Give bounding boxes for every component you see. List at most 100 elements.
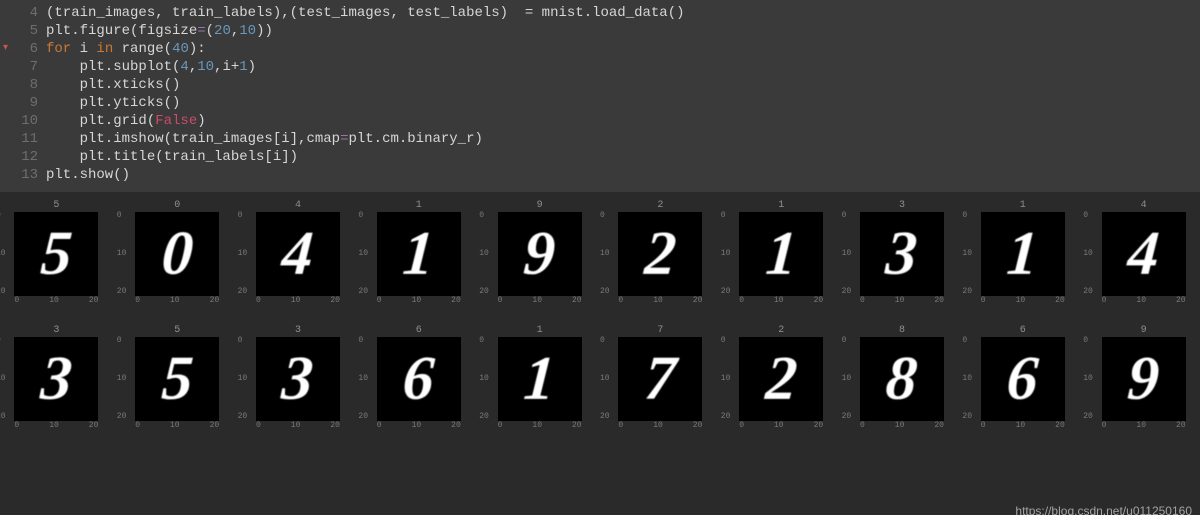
mnist-subplot: 501020501020 — [6, 200, 107, 305]
code-text[interactable]: plt.subplot(4,10,i+1) — [46, 58, 256, 76]
digit-glyph: 3 — [39, 348, 74, 410]
subplot-title: 1 — [368, 200, 469, 212]
code-text[interactable]: plt.grid(False) — [46, 112, 206, 130]
digit-glyph: 6 — [401, 348, 436, 410]
subplot-title: 4 — [248, 200, 349, 212]
y-ticks: 01020 — [600, 337, 610, 421]
code-text[interactable]: plt.imshow(train_images[i],cmap=plt.cm.b… — [46, 130, 483, 148]
fold-marker — [0, 112, 8, 130]
mnist-subplot: 101020101020 — [972, 200, 1073, 305]
mnist-image: 2 — [618, 212, 702, 296]
output-pane: 5010205010200010200010204010204010201010… — [0, 192, 1200, 515]
mnist-image: 3 — [14, 337, 98, 421]
y-ticks: 01020 — [358, 212, 368, 296]
mnist-subplot: 001020001020 — [127, 200, 228, 305]
code-line[interactable]: 4(train_images, train_labels),(test_imag… — [0, 4, 1200, 22]
y-ticks: 01020 — [962, 337, 972, 421]
y-ticks: 01020 — [600, 212, 610, 296]
image-axes: 010202 — [610, 212, 711, 296]
mnist-image: 4 — [256, 212, 340, 296]
mnist-image: 3 — [860, 212, 944, 296]
code-line[interactable]: ▾6for i in range(40): — [0, 40, 1200, 58]
code-line[interactable]: 13plt.show() — [0, 166, 1200, 184]
x-ticks: 01020 — [377, 421, 461, 430]
digit-glyph: 1 — [401, 223, 436, 285]
x-ticks: 01020 — [377, 296, 461, 305]
line-number: 4 — [8, 4, 46, 22]
line-number: 5 — [8, 22, 46, 40]
code-line[interactable]: 7 plt.subplot(4,10,i+1) — [0, 58, 1200, 76]
subplot-title: 0 — [127, 200, 228, 212]
code-line[interactable]: 5plt.figure(figsize=(20,10)) — [0, 22, 1200, 40]
image-axes: 010201 — [489, 337, 590, 421]
mnist-subplot: 101020101020 — [368, 200, 469, 305]
x-ticks: 01020 — [14, 296, 98, 305]
image-axes: 010209 — [489, 212, 590, 296]
subplot-title: 6 — [368, 325, 469, 337]
mnist-image: 1 — [739, 212, 823, 296]
digit-glyph: 9 — [1126, 348, 1161, 410]
code-text[interactable]: plt.show() — [46, 166, 130, 184]
image-axes: 010205 — [6, 212, 107, 296]
line-number: 7 — [8, 58, 46, 76]
digit-glyph: 5 — [39, 223, 74, 285]
mnist-subplot: 201020201020 — [610, 200, 711, 305]
mnist-subplot: 401020401020 — [248, 200, 349, 305]
mnist-image: 9 — [498, 212, 582, 296]
fold-marker — [0, 130, 8, 148]
line-number: 13 — [8, 166, 46, 184]
mnist-subplot: 401020401020 — [1093, 200, 1194, 305]
digit-glyph: 1 — [764, 223, 799, 285]
subplot-title: 5 — [127, 325, 228, 337]
mnist-image: 1 — [981, 212, 1065, 296]
code-text[interactable]: plt.xticks() — [46, 76, 180, 94]
image-axes: 010203 — [248, 337, 349, 421]
x-ticks: 01020 — [256, 296, 340, 305]
image-axes: 010207 — [610, 337, 711, 421]
digit-glyph: 1 — [522, 348, 557, 410]
code-text[interactable]: (train_images, train_labels),(test_image… — [46, 4, 685, 22]
mnist-subplot: 301020301020 — [248, 325, 349, 430]
image-axes: 010209 — [1093, 337, 1194, 421]
code-text[interactable]: plt.figure(figsize=(20,10)) — [46, 22, 273, 40]
digit-glyph: 4 — [1126, 223, 1161, 285]
subplot-title: 5 — [6, 200, 107, 212]
mnist-image: 1 — [498, 337, 582, 421]
y-ticks: 01020 — [962, 212, 972, 296]
code-editor[interactable]: 4(train_images, train_labels),(test_imag… — [0, 0, 1200, 192]
subplot-title: 8 — [852, 325, 953, 337]
digit-glyph: 3 — [884, 223, 919, 285]
mnist-image: 9 — [1102, 337, 1186, 421]
mnist-subplot: 901020901020 — [489, 200, 590, 305]
code-line[interactable]: 9 plt.yticks() — [0, 94, 1200, 112]
code-line[interactable]: 10 plt.grid(False) — [0, 112, 1200, 130]
code-text[interactable]: plt.title(train_labels[i]) — [46, 148, 298, 166]
digit-glyph: 1 — [1005, 223, 1040, 285]
code-line[interactable]: 11 plt.imshow(train_images[i],cmap=plt.c… — [0, 130, 1200, 148]
digit-glyph: 7 — [643, 348, 678, 410]
code-line[interactable]: 8 plt.xticks() — [0, 76, 1200, 94]
fold-marker — [0, 94, 8, 112]
image-axes: 010205 — [127, 337, 228, 421]
y-ticks: 01020 — [842, 337, 852, 421]
mnist-image: 1 — [377, 212, 461, 296]
screenshot-root: 4(train_images, train_labels),(test_imag… — [0, 0, 1200, 515]
code-text[interactable]: for i in range(40): — [46, 40, 206, 58]
code-line[interactable]: 12 plt.title(train_labels[i]) — [0, 148, 1200, 166]
code-text[interactable]: plt.yticks() — [46, 94, 180, 112]
mnist-image: 7 — [618, 337, 702, 421]
subplot-title: 9 — [1093, 325, 1194, 337]
fold-marker[interactable]: ▾ — [0, 40, 8, 58]
line-number: 10 — [8, 112, 46, 130]
subplot-title: 6 — [972, 325, 1073, 337]
digit-glyph: 8 — [884, 348, 919, 410]
subplot-title: 4 — [1093, 200, 1194, 212]
y-ticks: 01020 — [721, 337, 731, 421]
fold-marker — [0, 166, 8, 184]
line-number: 11 — [8, 130, 46, 148]
y-ticks: 01020 — [721, 212, 731, 296]
x-ticks: 01020 — [981, 296, 1065, 305]
mnist-image: 6 — [377, 337, 461, 421]
line-number: 12 — [8, 148, 46, 166]
line-number: 6 — [8, 40, 46, 58]
